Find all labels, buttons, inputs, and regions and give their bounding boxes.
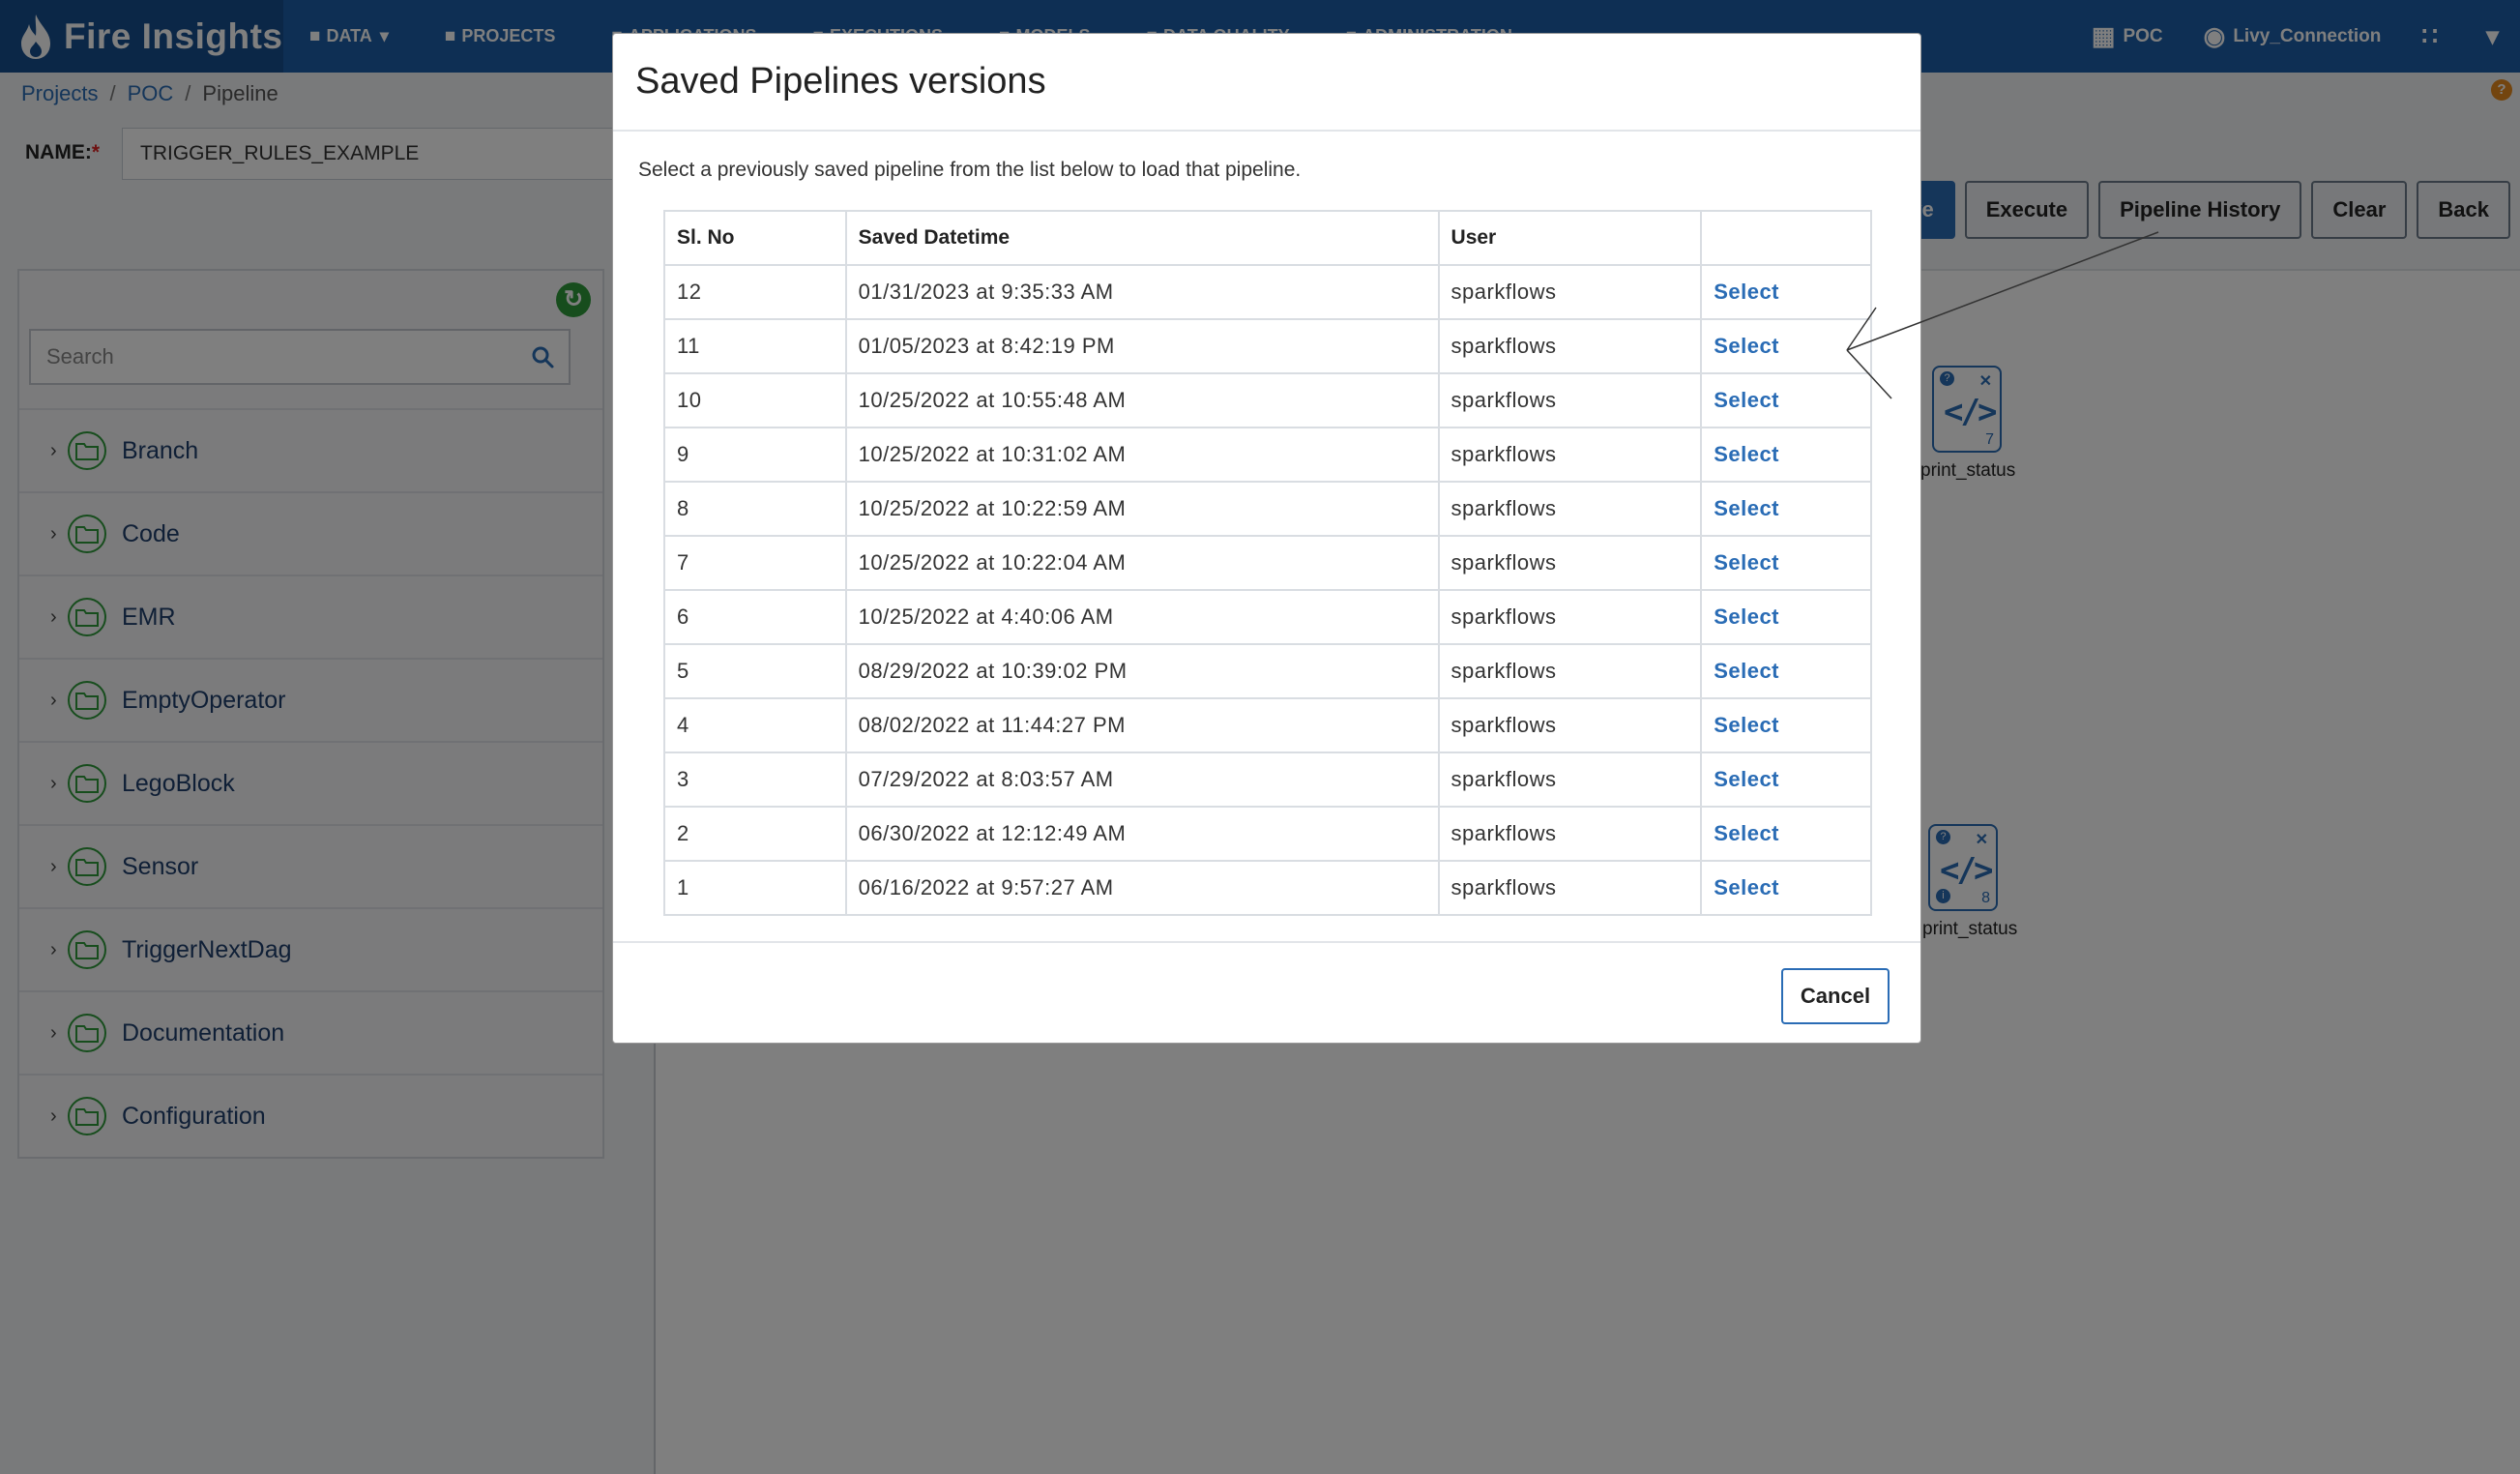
cell-saved-datetime: 06/30/2022 at 12:12:49 AM [844, 806, 1440, 862]
table-row: 9 10/25/2022 at 10:31:02 AM sparkflows Sele… [663, 427, 1872, 483]
select-version-link[interactable]: Select [1700, 860, 1872, 916]
column-header-sl-no: Sl. No [663, 210, 847, 266]
cell-saved-datetime: 10/25/2022 at 10:31:02 AM [844, 427, 1440, 483]
cell-user: sparkflows [1437, 806, 1703, 862]
cell-user: sparkflows [1437, 643, 1703, 699]
table-row: 4 08/02/2022 at 11:44:27 PM sparkflows Sele… [663, 697, 1872, 753]
table-row: 11 01/05/2023 at 8:42:19 PM sparkflows Sele… [663, 318, 1872, 374]
saved-versions-dialog: Saved Pipelines versions Select a previo… [612, 33, 1921, 1044]
select-version-link[interactable]: Select [1700, 427, 1872, 483]
table-row: 3 07/29/2022 at 8:03:57 AM sparkflows Selec… [663, 752, 1872, 808]
cell-saved-datetime: 01/31/2023 at 9:35:33 AM [844, 264, 1440, 320]
cell-sl-no: 12 [663, 264, 847, 320]
select-version-link[interactable]: Select [1700, 697, 1872, 753]
cell-saved-datetime: 06/16/2022 at 9:57:27 AM [844, 860, 1440, 916]
dialog-title: Saved Pipelines versions [635, 61, 1046, 102]
dialog-description: Select a previously saved pipeline from … [638, 159, 1302, 181]
select-version-link[interactable]: Select [1700, 535, 1872, 591]
column-header-action [1700, 210, 1872, 266]
table-header-row: Sl. No Saved Datetime User [663, 210, 1872, 266]
cell-sl-no: 7 [663, 535, 847, 591]
cell-saved-datetime: 10/25/2022 at 4:40:06 AM [844, 589, 1440, 645]
table-row: 10 10/25/2022 at 10:55:48 AM sparkflows Sel… [663, 372, 1872, 428]
cancel-button[interactable]: Cancel [1781, 968, 1890, 1024]
table-row: 12 01/31/2023 at 9:35:33 AM sparkflows Sele… [663, 264, 1872, 320]
select-version-link[interactable]: Select [1700, 806, 1872, 862]
cell-user: sparkflows [1437, 481, 1703, 537]
column-header-user: User [1437, 210, 1703, 266]
cell-user: sparkflows [1437, 264, 1703, 320]
cell-user: sparkflows [1437, 427, 1703, 483]
cell-user: sparkflows [1437, 860, 1703, 916]
cell-saved-datetime: 10/25/2022 at 10:22:04 AM [844, 535, 1440, 591]
select-version-link[interactable]: Select [1700, 372, 1872, 428]
dialog-footer: Cancel [613, 941, 1920, 1043]
cell-sl-no: 9 [663, 427, 847, 483]
cell-saved-datetime: 01/05/2023 at 8:42:19 PM [844, 318, 1440, 374]
select-version-link[interactable]: Select [1700, 643, 1872, 699]
cell-saved-datetime: 08/29/2022 at 10:39:02 PM [844, 643, 1440, 699]
cell-saved-datetime: 07/29/2022 at 8:03:57 AM [844, 752, 1440, 808]
select-version-link[interactable]: Select [1700, 589, 1872, 645]
table-row: 1 06/16/2022 at 9:57:27 AM sparkflows Selec… [663, 860, 1872, 916]
cell-user: sparkflows [1437, 589, 1703, 645]
cell-sl-no: 4 [663, 697, 847, 753]
cell-saved-datetime: 10/25/2022 at 10:55:48 AM [844, 372, 1440, 428]
table-row: 2 06/30/2022 at 12:12:49 AM sparkflows Sele… [663, 806, 1872, 862]
cell-sl-no: 11 [663, 318, 847, 374]
cell-sl-no: 6 [663, 589, 847, 645]
cell-user: sparkflows [1437, 752, 1703, 808]
table-row: 7 10/25/2022 at 10:22:04 AM sparkflows Sele… [663, 535, 1872, 591]
cell-user: sparkflows [1437, 318, 1703, 374]
cell-sl-no: 3 [663, 752, 847, 808]
cell-user: sparkflows [1437, 697, 1703, 753]
cell-sl-no: 2 [663, 806, 847, 862]
cell-sl-no: 8 [663, 481, 847, 537]
table-row: 8 10/25/2022 at 10:22:59 AM sparkflows Sele… [663, 481, 1872, 537]
select-version-link[interactable]: Select [1700, 318, 1872, 374]
cell-sl-no: 5 [663, 643, 847, 699]
select-version-link[interactable]: Select [1700, 752, 1872, 808]
dialog-header: Saved Pipelines versions [613, 34, 1920, 132]
select-version-link[interactable]: Select [1700, 264, 1872, 320]
cell-user: sparkflows [1437, 372, 1703, 428]
table-row: 5 08/29/2022 at 10:39:02 PM sparkflows Sele… [663, 643, 1872, 699]
cell-sl-no: 1 [663, 860, 847, 916]
cell-saved-datetime: 08/02/2022 at 11:44:27 PM [844, 697, 1440, 753]
cell-saved-datetime: 10/25/2022 at 10:22:59 AM [844, 481, 1440, 537]
cell-sl-no: 10 [663, 372, 847, 428]
versions-table: Sl. No Saved Datetime User 12 01/31/2023 … [663, 210, 1872, 916]
select-version-link[interactable]: Select [1700, 481, 1872, 537]
cell-user: sparkflows [1437, 535, 1703, 591]
table-row: 6 10/25/2022 at 4:40:06 AM sparkflows Selec… [663, 589, 1872, 645]
column-header-saved-datetime: Saved Datetime [844, 210, 1440, 266]
